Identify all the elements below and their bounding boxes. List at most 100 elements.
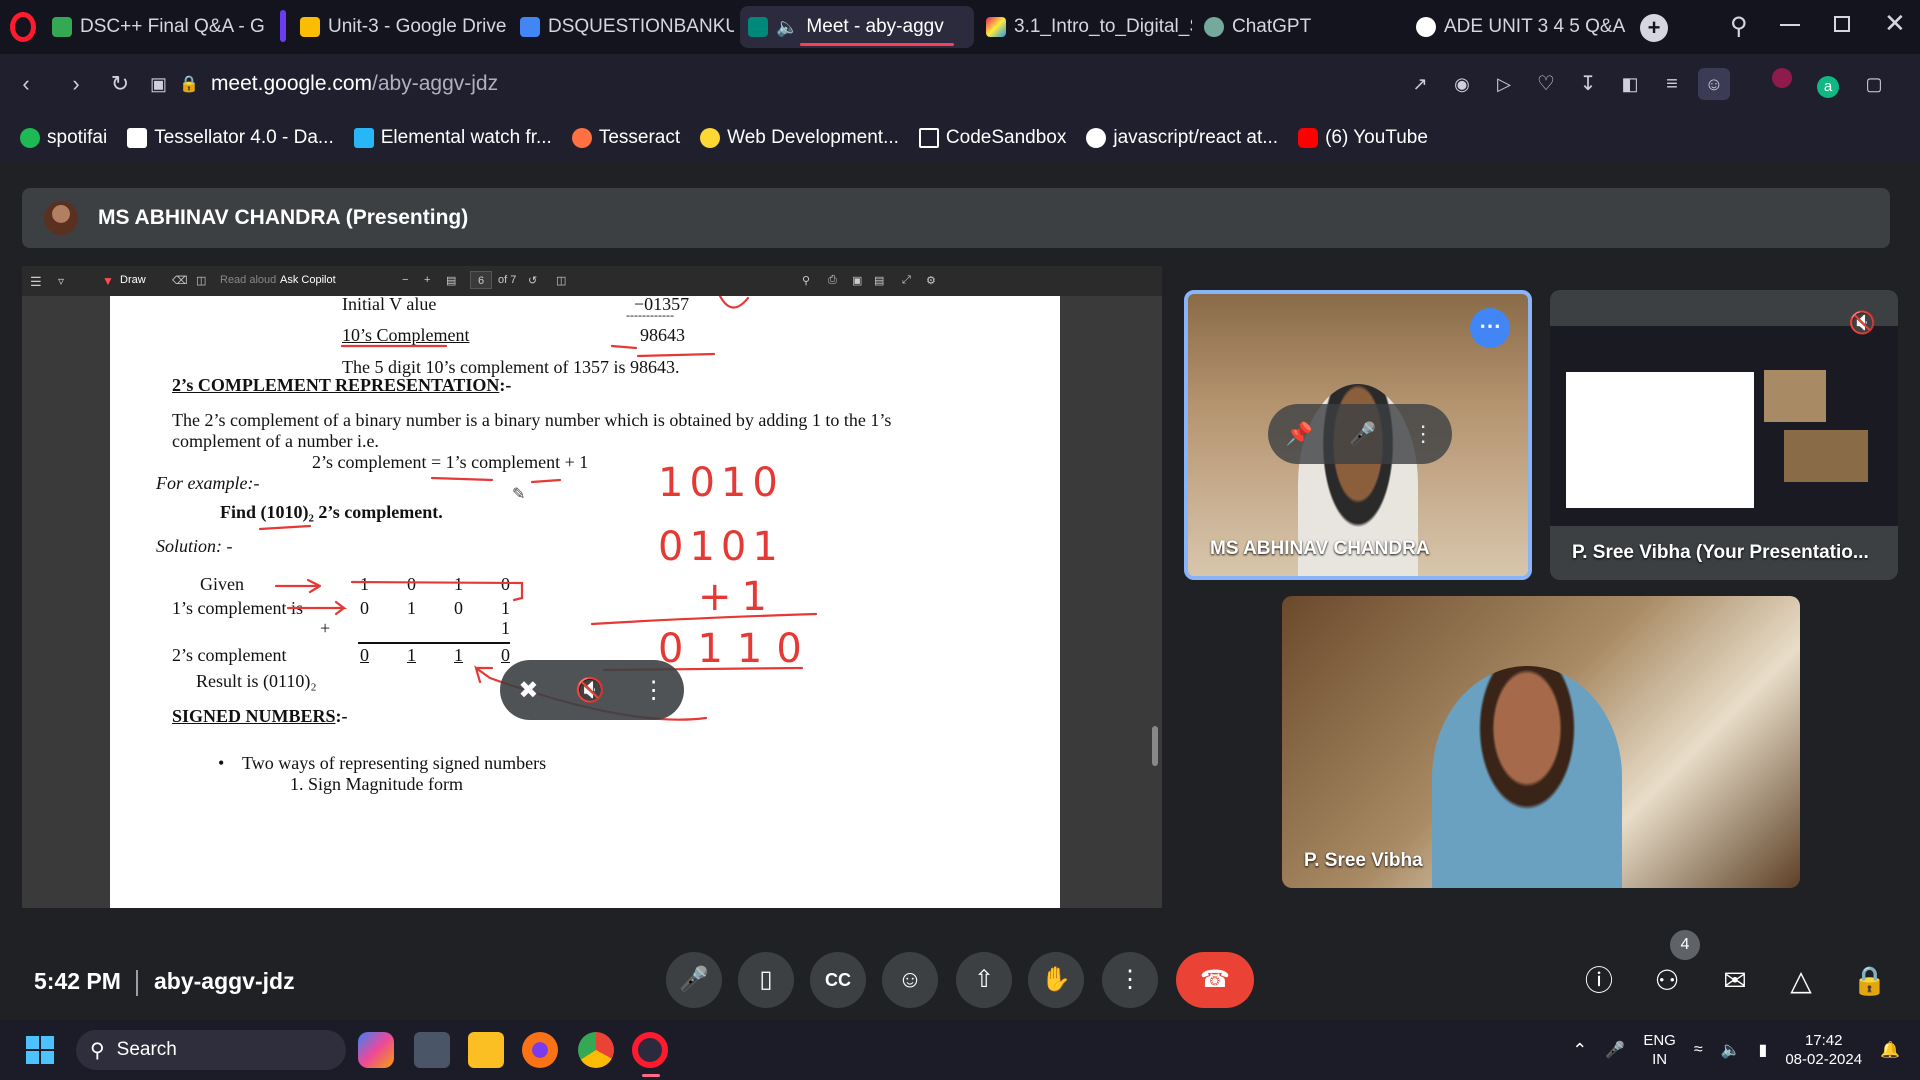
amazon-extension-icon[interactable]: a xyxy=(1812,68,1844,100)
calculator-icon[interactable] xyxy=(414,1032,450,1068)
bookmark-webdev[interactable]: Web Development... xyxy=(700,127,899,149)
tab-ade-unit[interactable]: ADE UNIT 3 4 5 Q&A xyxy=(1408,6,1628,48)
restore-button[interactable] xyxy=(1834,16,1850,32)
minimize-button[interactable] xyxy=(1780,24,1800,26)
participant-tile-abhinav[interactable]: 📌 🎤 ⋮ ⋯ MS ABHINAV CHANDRA xyxy=(1184,290,1532,580)
ask-copilot-button[interactable]: Ask Copilot xyxy=(280,274,336,286)
camera-icon[interactable]: ▣ xyxy=(150,74,167,95)
profile-icon[interactable]: ☺ xyxy=(1698,68,1730,100)
unpin-icon[interactable]: ✖ xyxy=(518,676,538,705)
github-icon xyxy=(1086,128,1107,148)
more-options-icon[interactable]: ⋮ xyxy=(642,676,666,705)
present-button[interactable]: ⇧ xyxy=(956,952,1012,1008)
tab-chatgpt[interactable]: ChatGPT xyxy=(1196,6,1396,48)
battery-icon[interactable]: ▮ xyxy=(1759,1040,1768,1060)
file-explorer-icon[interactable] xyxy=(468,1032,504,1068)
save-as-icon[interactable]: ▤ xyxy=(874,274,884,287)
activities-icon[interactable]: △ xyxy=(1784,964,1818,998)
language-indicator[interactable]: ENG IN xyxy=(1643,1031,1676,1069)
tab-dsc-final[interactable]: DSC++ Final Q&A - G xyxy=(44,6,264,48)
send-icon[interactable]: ▷ xyxy=(1488,68,1520,100)
new-tab-button[interactable]: + xyxy=(1640,14,1668,42)
people-icon[interactable]: ⚇ xyxy=(1650,964,1684,998)
bookmark-tessellator[interactable]: Tessellator 4.0 - Da... xyxy=(127,127,334,149)
taskbar-search[interactable]: ⚲ Search xyxy=(76,1030,346,1070)
close-window-button[interactable]: ✕ xyxy=(1884,8,1906,39)
bookmark-tesseract[interactable]: Tesseract xyxy=(571,127,680,149)
search-label: Search xyxy=(116,1039,177,1060)
search-tabs-icon[interactable]: ⚲ xyxy=(1730,12,1748,41)
bookmark-elemental[interactable]: Elemental watch fr... xyxy=(353,127,552,149)
shared-screen[interactable]: ☰ ▿ ▼ Draw ⌫ ◫ Read aloud Ask Copilot − … xyxy=(22,266,1162,908)
chat-icon[interactable]: ✉ xyxy=(1718,964,1752,998)
wifi-icon[interactable]: ≈ xyxy=(1694,1041,1703,1059)
filter-icon[interactable]: ▿ xyxy=(58,274,64,288)
leave-call-button[interactable]: ☎ xyxy=(1176,952,1254,1008)
bookmark-youtube[interactable]: (6) YouTube xyxy=(1298,127,1428,149)
chevron-up-icon[interactable]: ⌃ xyxy=(1572,1040,1587,1061)
print-icon[interactable]: ⎙ xyxy=(828,274,837,287)
back-button[interactable]: ‹ xyxy=(10,68,42,100)
search-icon[interactable]: ⚲ xyxy=(802,274,810,287)
chrome-icon[interactable] xyxy=(578,1032,614,1068)
share-icon[interactable]: ↗ xyxy=(1404,68,1436,100)
heart-icon[interactable]: ♡ xyxy=(1530,68,1562,100)
snapshot-icon[interactable]: ◉ xyxy=(1446,68,1478,100)
extension-icon[interactable] xyxy=(1766,68,1798,100)
notification-bell-icon[interactable]: 🔔 xyxy=(1880,1040,1900,1060)
settings-gear-icon[interactable]: ⚙ xyxy=(926,274,936,287)
read-aloud-button[interactable]: Read aloud xyxy=(220,274,276,286)
volume-icon[interactable]: 🔈 xyxy=(1721,1040,1741,1060)
raise-hand-button[interactable]: ✋ xyxy=(1028,952,1084,1008)
captions-button[interactable]: CC xyxy=(810,952,866,1008)
participant-tile-vibha[interactable]: P. Sree Vibha xyxy=(1282,596,1800,888)
draw-pen-icon[interactable]: ▼ xyxy=(102,274,114,288)
download-icon[interactable]: ↧ xyxy=(1572,68,1604,100)
extensions-cube-icon[interactable]: ▢ xyxy=(1858,68,1890,100)
draw-button[interactable]: Draw xyxy=(120,274,146,286)
mic-icon[interactable]: 🎤 xyxy=(1349,421,1376,447)
more-options-icon[interactable]: ⋮ xyxy=(1412,421,1434,447)
more-options-button[interactable]: ⋯ xyxy=(1470,308,1510,348)
bookmark-github[interactable]: javascript/react at... xyxy=(1086,127,1278,149)
tab-unit3-drive[interactable]: Unit-3 - Google Drive xyxy=(292,6,508,48)
meeting-info-icon[interactable]: ⓘ xyxy=(1582,964,1616,998)
mute-icon[interactable]: 🔇 xyxy=(575,676,605,705)
opera-taskbar-icon[interactable] xyxy=(632,1032,668,1068)
tab-dsquestionbank[interactable]: DSQUESTIONBANKUN xyxy=(512,6,734,48)
fit-page-icon[interactable]: ▤ xyxy=(446,274,456,287)
lock-icon[interactable]: 🔒 xyxy=(179,74,199,94)
tab-intro-digital[interactable]: 3.1_Intro_to_Digital_Sy xyxy=(978,6,1192,48)
scrollbar[interactable] xyxy=(1152,726,1158,766)
fullscreen-icon[interactable]: ⤢ xyxy=(902,274,911,287)
contents-icon[interactable]: ☰ xyxy=(30,274,42,290)
page-number-input[interactable]: 6 xyxy=(470,271,492,289)
bookmark-codesandbox[interactable]: CodeSandbox xyxy=(918,127,1066,149)
camera-button[interactable]: ▯ xyxy=(738,952,794,1008)
pin-icon[interactable]: 📌 xyxy=(1286,421,1313,447)
host-controls-icon[interactable]: 🔒 xyxy=(1852,964,1887,998)
participant-tile-presentation[interactable]: 🔇 P. Sree Vibha (Your Presentatio... xyxy=(1550,290,1898,580)
mic-button[interactable]: 🎤 xyxy=(666,952,722,1008)
more-options-button[interactable]: ⋮ xyxy=(1102,952,1158,1008)
eraser-icon[interactable]: ⌫ xyxy=(172,274,188,287)
zoom-out-button[interactable]: − xyxy=(402,274,408,286)
forward-button[interactable]: › xyxy=(60,68,92,100)
zoom-in-button[interactable]: + xyxy=(424,274,430,286)
reload-button[interactable]: ↻ xyxy=(104,68,136,100)
bookmark-spotifai[interactable]: spotifai xyxy=(20,127,107,149)
copilot-icon[interactable] xyxy=(358,1032,394,1068)
clock[interactable]: 17:42 08-02-2024 xyxy=(1785,1031,1862,1069)
windows-start-icon[interactable] xyxy=(26,1036,54,1064)
microphone-icon[interactable]: 🎤 xyxy=(1605,1040,1625,1060)
battery-saver-icon[interactable]: ◧ xyxy=(1614,68,1646,100)
two-page-icon[interactable]: ◫ xyxy=(556,274,566,287)
easy-setup-icon[interactable]: ≡ xyxy=(1656,68,1688,100)
firefox-icon[interactable] xyxy=(522,1032,558,1068)
rotate-icon[interactable]: ↺ xyxy=(528,274,537,287)
save-icon[interactable]: ▣ xyxy=(852,274,862,287)
tab-meet[interactable]: 🔈 Meet - aby-aggv xyxy=(740,6,974,48)
reactions-button[interactable]: ☺ xyxy=(882,952,938,1008)
opera-logo-icon[interactable] xyxy=(10,12,36,42)
page-view-icon[interactable]: ◫ xyxy=(196,274,206,287)
